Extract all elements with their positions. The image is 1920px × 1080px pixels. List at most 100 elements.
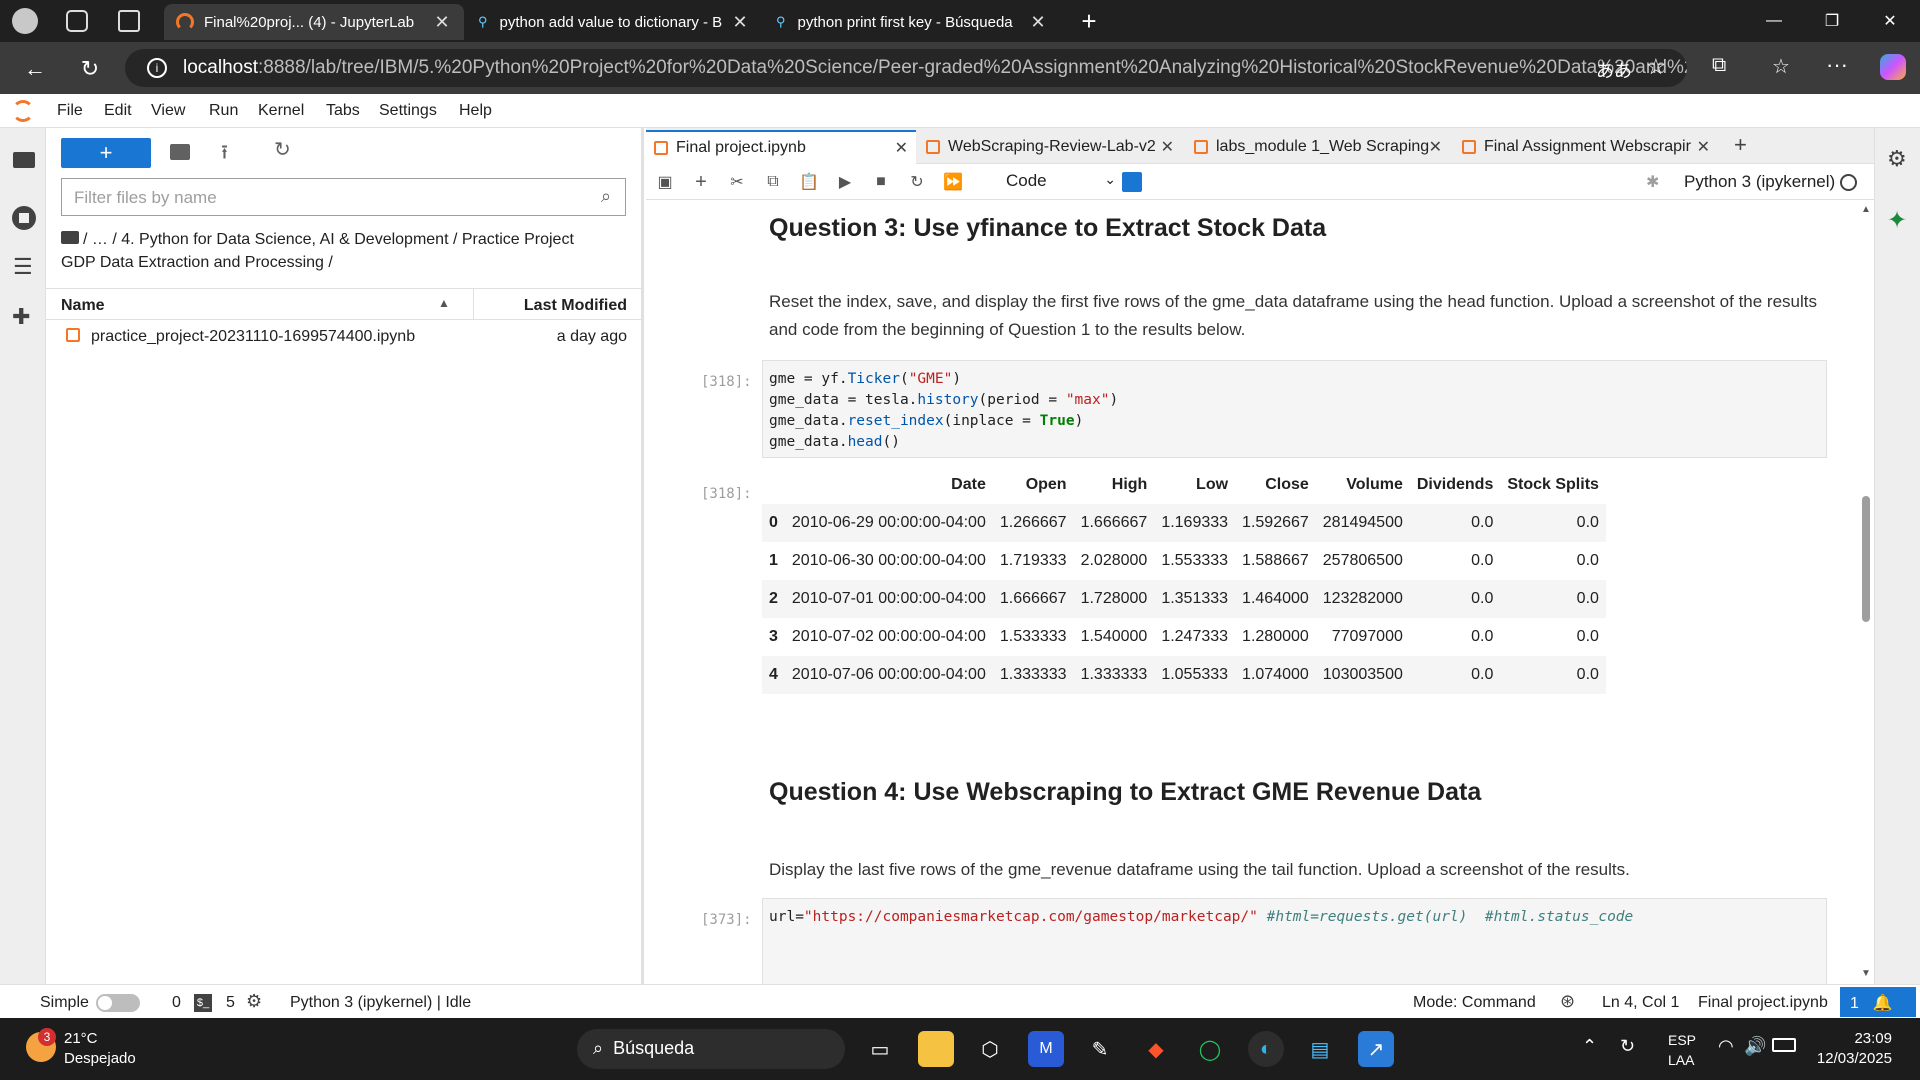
tab-final-assignment[interactable]: Final Assignment Webscrapir ✕ (1454, 130, 1718, 164)
filter-files-input[interactable]: Filter files by name (61, 178, 626, 216)
kernels-count[interactable]: 5 (226, 994, 235, 1012)
favorite-star-icon[interactable]: ☆ (1646, 54, 1666, 80)
cursor-position[interactable]: Ln 4, Col 1 (1602, 994, 1679, 1012)
language-secondary[interactable]: LAA (1668, 1052, 1694, 1068)
close-window-icon[interactable]: ✕ (1862, 0, 1918, 42)
minimize-icon[interactable]: — (1746, 0, 1802, 42)
new-folder-icon[interactable] (170, 144, 190, 160)
notification-button[interactable]: 1 🔔 (1840, 987, 1916, 1017)
browser-tab-dictionary[interactable]: ⚲ python add value to dictionary - B ✕ (466, 4, 762, 40)
workspaces-icon[interactable] (66, 10, 88, 32)
back-icon[interactable]: ← (15, 49, 55, 89)
table-of-contents-icon[interactable]: ☰ (13, 254, 33, 280)
copilot-icon[interactable] (1880, 54, 1906, 80)
volume-icon[interactable]: 🔊 (1744, 1036, 1766, 1057)
code-cell-373[interactable]: url="https://companiesmarketcap.com/game… (762, 898, 1827, 984)
visual-studio-icon[interactable]: M (1028, 1031, 1064, 1067)
copy-icon[interactable]: ⧉ (760, 170, 786, 194)
scroll-down-icon[interactable]: ▼ (1861, 968, 1871, 979)
close-tab-icon[interactable]: ✕ (895, 138, 908, 158)
app-icon[interactable]: ◯ (1192, 1031, 1228, 1067)
taskbar-search[interactable]: ⌕ Búsqueda (577, 1029, 845, 1069)
scroll-up-icon[interactable]: ▲ (1861, 204, 1871, 215)
stop-icon[interactable]: ■ (868, 170, 894, 194)
fast-forward-icon[interactable]: ⏩ (940, 170, 966, 194)
refresh-files-icon[interactable]: ↻ (274, 137, 291, 162)
more-menu-icon[interactable]: ··· (1826, 52, 1848, 78)
column-name-header[interactable]: Name (61, 297, 105, 315)
wifi-icon[interactable]: ◠ (1718, 1036, 1734, 1057)
read-aloud-icon[interactable]: ああ (1596, 57, 1632, 83)
simple-mode-toggle[interactable] (96, 994, 140, 1012)
clock-date[interactable]: 12/03/2025 (1817, 1050, 1892, 1067)
weather-temp[interactable]: 21°C (64, 1030, 98, 1047)
breadcrumb-line2[interactable]: GDP Data Extraction and Processing / (61, 251, 631, 274)
breadcrumb[interactable]: / … / 4. Python for Data Science, AI & D… (61, 228, 631, 274)
scroll-thumb[interactable] (1862, 496, 1870, 622)
close-tab-icon[interactable]: ✕ (730, 12, 750, 33)
vertical-tabs-icon[interactable] (118, 10, 140, 32)
address-bar[interactable]: i localhost:8888/lab/tree/IBM/5.%20Pytho… (125, 49, 1687, 87)
file-explorer-icon[interactable] (918, 1031, 954, 1067)
language-primary[interactable]: ESP (1668, 1032, 1696, 1048)
site-info-icon[interactable]: i (147, 58, 167, 78)
cut-icon[interactable]: ✂ (724, 170, 750, 194)
tab-final-project[interactable]: Final project.ipynb ✕ (646, 130, 916, 164)
column-modified-header[interactable]: Last Modified (524, 297, 627, 315)
folder-icon[interactable] (13, 152, 35, 168)
menu-tabs[interactable]: Tabs (326, 102, 360, 120)
app-icon[interactable]: ✎ (1082, 1031, 1118, 1067)
notebook-scrollbar[interactable]: ▲ ▼ (1858, 200, 1874, 984)
profile-avatar[interactable] (12, 8, 38, 34)
notepad-icon[interactable]: ▤ (1302, 1031, 1338, 1067)
menu-file[interactable]: File (57, 102, 83, 120)
insert-cell-icon[interactable]: + (688, 170, 714, 194)
edge-icon[interactable]: ◐ (1248, 1031, 1284, 1067)
code-cell-318[interactable]: gme = yf.Ticker("GME") gme_data = tesla.… (762, 360, 1827, 458)
menu-view[interactable]: View (151, 102, 185, 120)
kernel-status[interactable]: Python 3 (ipykernel) | Idle (290, 994, 471, 1012)
tab-webscraping-review[interactable]: WebScraping-Review-Lab-v2 ✕ (918, 130, 1182, 164)
app-icon[interactable]: ⬡ (972, 1031, 1008, 1067)
brave-icon[interactable]: ◆ (1138, 1031, 1174, 1067)
menu-help[interactable]: Help (459, 102, 492, 120)
breadcrumb-line1[interactable]: / … / 4. Python for Data Science, AI & D… (83, 231, 574, 248)
menu-kernel[interactable]: Kernel (258, 102, 304, 120)
run-icon[interactable]: ▶ (832, 170, 858, 194)
terminals-count[interactable]: 0 (172, 994, 181, 1012)
menu-run[interactable]: Run (209, 102, 238, 120)
close-tab-icon[interactable]: ✕ (1161, 137, 1174, 157)
battery-icon[interactable] (1772, 1038, 1796, 1052)
cell-type-select[interactable]: Code ⌄ (1006, 171, 1116, 191)
close-tab-icon[interactable]: ✕ (1028, 12, 1048, 33)
new-notebook-tab-icon[interactable]: + (1734, 132, 1747, 158)
running-kernels-icon[interactable] (12, 206, 36, 230)
extensions-puzzle-icon[interactable]: ✚ (12, 304, 30, 330)
file-row[interactable]: practice_project-20231110-1699574400.ipy… (46, 322, 641, 352)
property-inspector-icon[interactable] (1122, 172, 1142, 192)
property-gear-icon[interactable]: ⚙ (1887, 146, 1907, 172)
favorites-icon[interactable]: ☆ (1772, 54, 1790, 79)
close-tab-icon[interactable]: ✕ (432, 12, 452, 33)
maximize-icon[interactable]: ❐ (1804, 0, 1860, 42)
browser-tab-first-key[interactable]: ⚲ python print first key - Búsqueda ✕ (764, 4, 1060, 40)
breadcrumb-folder-icon[interactable] (61, 231, 79, 244)
debugger-icon[interactable]: ✱ (1646, 172, 1659, 192)
refresh-icon[interactable]: ↻ (70, 49, 110, 89)
close-tab-icon[interactable]: ✕ (1429, 137, 1442, 157)
ai-sparkle-icon[interactable]: ✦ (1887, 206, 1907, 235)
extensions-icon[interactable]: ⧉ (1712, 54, 1726, 77)
menu-settings[interactable]: Settings (379, 102, 437, 120)
tab-labs-module[interactable]: labs_module 1_Web Scraping ✕ (1186, 130, 1450, 164)
browser-tab-jupyter[interactable]: Final%20proj... (4) - JupyterLab ✕ (164, 4, 464, 40)
start-icon[interactable] (526, 1033, 558, 1065)
paste-icon[interactable]: 📋 (796, 170, 822, 194)
menu-edit[interactable]: Edit (104, 102, 132, 120)
save-icon[interactable]: ▣ (652, 170, 678, 194)
restart-icon[interactable]: ↻ (904, 170, 930, 194)
new-tab-icon[interactable]: + (1074, 6, 1104, 36)
task-view-icon[interactable]: ▭ (862, 1031, 898, 1067)
kernel-name[interactable]: Python 3 (ipykernel) (1684, 172, 1835, 192)
close-tab-icon[interactable]: ✕ (1697, 137, 1710, 157)
show-hidden-icons[interactable]: ⌃ (1582, 1036, 1597, 1057)
